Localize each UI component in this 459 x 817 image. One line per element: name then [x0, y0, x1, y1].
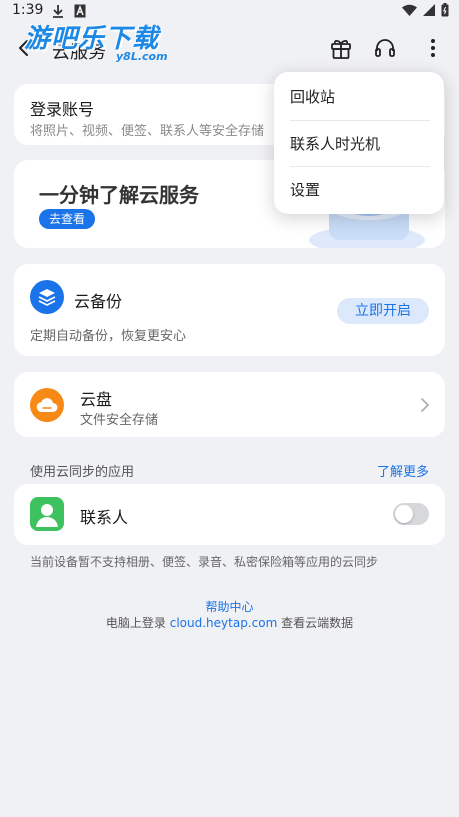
disk-title: 云盘 [80, 390, 113, 409]
disk-subtitle: 文件安全存储 [80, 413, 159, 428]
promo-title: 一分钟了解云服务 [39, 183, 199, 207]
login-subtitle: 将照片、视频、便签、联系人等安全存储 [30, 124, 265, 139]
help-line: 电脑上登录 cloud.heytap.com 查看云端数据 [0, 614, 459, 631]
backup-subtitle: 定期自动备份，恢复更安心 [30, 329, 187, 344]
download-icon [53, 5, 63, 18]
customer-service-button[interactable] [371, 34, 399, 62]
menu-item-recycle-bin[interactable]: 回收站 [290, 74, 430, 120]
cloud-backup-card[interactable]: 云备份 定期自动备份，恢复更安心 立即开启 [14, 264, 445, 356]
overflow-menu: 回收站 联系人时光机 设置 [274, 72, 444, 214]
status-left-icons [52, 4, 86, 18]
backup-layers-icon [30, 280, 64, 314]
help-center-link[interactable]: 帮助中心 [0, 598, 459, 615]
more-button[interactable] [419, 34, 447, 62]
headset-icon [375, 39, 395, 57]
chevron-right-icon [421, 398, 430, 412]
cloud-icon [30, 388, 64, 422]
cloud-disk-card[interactable]: 云盘 文件安全存储 [14, 372, 445, 437]
menu-item-settings[interactable]: 设置 [290, 167, 430, 213]
watermark-logo: 游吧乐下载 y8L.com [24, 18, 184, 66]
menu-item-contacts-time-machine[interactable]: 联系人时光机 [290, 121, 430, 167]
cloud-domain-link[interactable]: cloud.heytap.com [170, 616, 278, 630]
gift-icon [331, 39, 351, 59]
wifi-icon [402, 4, 417, 16]
learn-more-link[interactable]: 了解更多 [377, 461, 429, 480]
backup-title: 云备份 [74, 292, 123, 311]
status-right-icons [402, 3, 449, 17]
sync-section-label: 使用云同步的应用 [30, 465, 135, 480]
contacts-sync-card: 联系人 [14, 484, 445, 545]
promo-view-button[interactable]: 去查看 [39, 209, 96, 229]
gift-button[interactable] [327, 34, 355, 62]
more-vertical-icon [431, 39, 435, 57]
status-time: 1:39 [12, 2, 44, 18]
login-title: 登录账号 [30, 100, 95, 119]
signal-icon [423, 4, 435, 16]
toggle-knob [395, 505, 413, 523]
help-line-suffix: 查看云端数据 [277, 616, 354, 630]
contacts-title: 联系人 [80, 508, 129, 527]
text-a-icon [74, 4, 86, 18]
sync-footnote: 当前设备暂不支持相册、便签、录音、私密保险箱等应用的云同步 [30, 555, 379, 569]
watermark-sub: y8L.com [116, 50, 168, 63]
battery-icon [441, 3, 449, 17]
enable-backup-button[interactable]: 立即开启 [337, 298, 429, 324]
help-line-prefix: 电脑上登录 [105, 616, 170, 630]
contacts-sync-toggle[interactable] [393, 503, 429, 525]
contacts-icon [30, 497, 64, 531]
